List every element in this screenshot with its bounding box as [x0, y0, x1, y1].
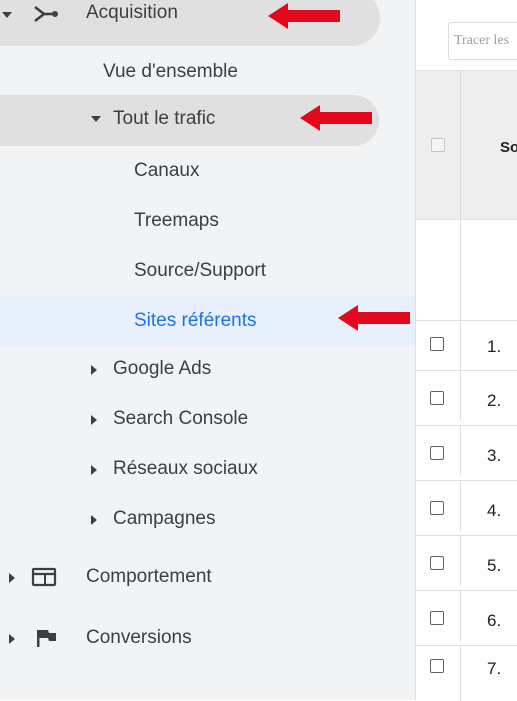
row-number: 5.	[487, 556, 502, 575]
row-checkbox[interactable]	[430, 446, 444, 460]
row-number: 4.	[487, 501, 502, 520]
table-header: So	[416, 70, 517, 221]
nav-item-behavior[interactable]: Comportement	[86, 566, 212, 588]
row-number: 3.	[487, 446, 502, 465]
annotation-arrow-icon	[300, 105, 372, 131]
caret-down-icon[interactable]	[2, 12, 12, 18]
table-row: 5.	[416, 535, 517, 586]
caret-right-icon[interactable]	[9, 573, 15, 583]
nav-item-treemaps[interactable]: Treemaps	[134, 210, 219, 232]
caret-right-icon[interactable]	[91, 415, 97, 425]
table-row: 7.	[416, 645, 517, 701]
nav-item-overview[interactable]: Vue d'ensemble	[103, 61, 238, 83]
row-checkbox[interactable]	[430, 659, 444, 673]
sidebar-nav: Acquisition Vue d'ensemble Tout le trafi…	[0, 0, 415, 700]
row-number: 6.	[487, 611, 502, 630]
caret-down-icon[interactable]	[91, 116, 101, 122]
nav-item-channels[interactable]: Canaux	[134, 160, 200, 182]
caret-right-icon[interactable]	[9, 634, 15, 644]
caret-right-icon[interactable]	[91, 515, 97, 525]
nav-item-campaigns[interactable]: Campagnes	[113, 508, 215, 530]
branch-icon	[33, 4, 59, 24]
layout-icon	[31, 567, 57, 587]
report-table-area: Tracer les So 1. 2. 3. 4. 5. 6. 7.	[415, 0, 517, 701]
annotation-arrow-icon	[268, 3, 340, 29]
caret-right-icon[interactable]	[91, 365, 97, 375]
column-header-source[interactable]: So	[500, 139, 517, 156]
nav-item-source-medium[interactable]: Source/Support	[134, 260, 266, 282]
plot-rows-placeholder: Tracer les	[454, 33, 510, 48]
row-number: 7.	[487, 659, 502, 678]
nav-item-acquisition[interactable]: Acquisition	[86, 2, 178, 24]
table-row: 6.	[416, 590, 517, 641]
row-number: 2.	[487, 391, 502, 410]
row-checkbox[interactable]	[430, 501, 444, 515]
row-checkbox[interactable]	[430, 611, 444, 625]
row-checkbox[interactable]	[430, 337, 444, 351]
caret-right-icon[interactable]	[91, 465, 97, 475]
table-totals	[416, 220, 517, 320]
select-all-checkbox[interactable]	[431, 138, 445, 152]
nav-item-search-console[interactable]: Search Console	[113, 408, 248, 430]
nav-item-referrals[interactable]: Sites référents	[134, 310, 257, 332]
annotation-arrow-icon	[338, 305, 410, 331]
row-number: 1.	[487, 337, 502, 356]
nav-item-social[interactable]: Réseaux sociaux	[113, 458, 258, 480]
nav-item-all-traffic[interactable]: Tout le trafic	[113, 108, 215, 130]
table-row: 4.	[416, 480, 517, 531]
flag-icon	[36, 628, 58, 648]
row-checkbox[interactable]	[430, 391, 444, 405]
table-row: 1.	[416, 320, 517, 371]
nav-item-conversions[interactable]: Conversions	[86, 627, 192, 649]
table-row: 2.	[416, 370, 517, 421]
nav-item-google-ads[interactable]: Google Ads	[113, 358, 211, 380]
plot-rows-input[interactable]: Tracer les	[448, 22, 517, 60]
table-row: 3.	[416, 425, 517, 476]
row-checkbox[interactable]	[430, 556, 444, 570]
